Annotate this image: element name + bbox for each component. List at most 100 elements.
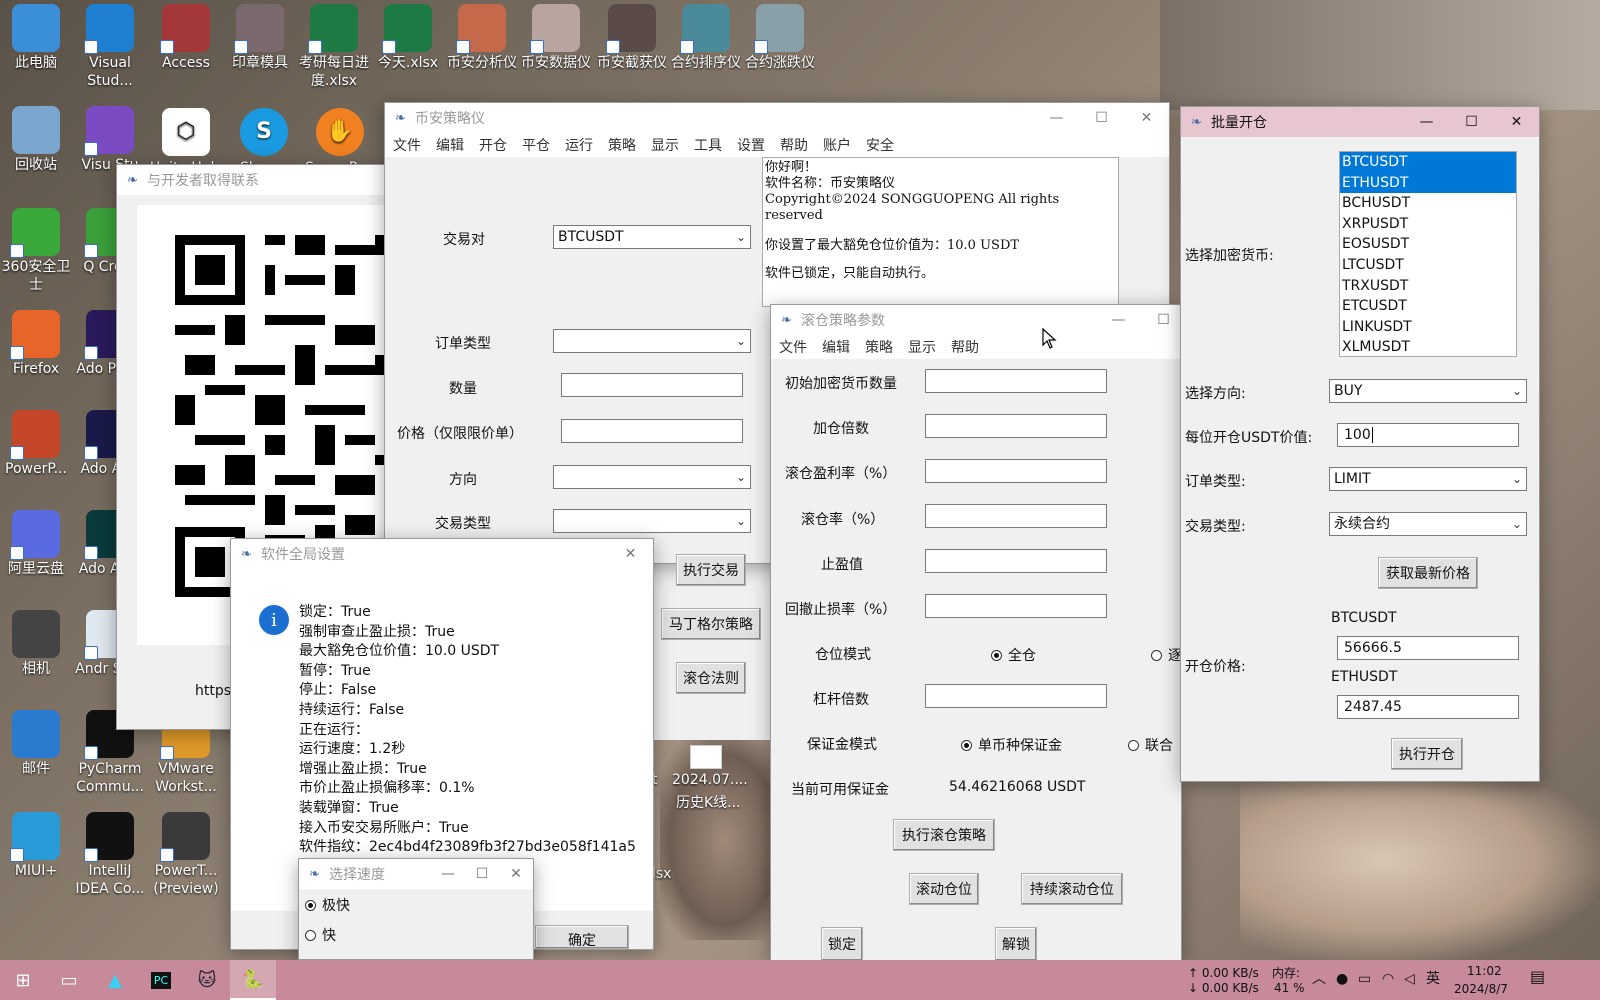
access-desktop-icon[interactable]: Access <box>150 0 222 72</box>
record-icon[interactable]: ● <box>1336 972 1348 986</box>
pycharm-taskbar-icon[interactable]: PC <box>138 960 184 1000</box>
360-desktop-icon[interactable]: 360安全卫士 <box>0 204 72 294</box>
skype-icon[interactable]: S <box>228 104 300 158</box>
menu-item[interactable]: 开仓 <box>479 135 507 155</box>
btc-price-input[interactable]: 56666.5 <box>1337 636 1519 660</box>
coin-list-item[interactable]: ETCUSDT <box>1340 296 1516 317</box>
wifi-icon[interactable]: ◠ <box>1382 972 1394 986</box>
drawdown-input[interactable] <box>925 594 1107 618</box>
unity-hub-icon[interactable]: ⬡ <box>150 104 222 158</box>
usdt-value-input[interactable]: 100 <box>1337 423 1519 447</box>
file-icon[interactable] <box>690 745 722 769</box>
coin-list-item[interactable]: XRPUSDT <box>1340 214 1516 235</box>
coin-list-item[interactable]: TRXUSDT <box>1340 276 1516 297</box>
multiplier-input[interactable] <box>925 414 1107 438</box>
menu-item[interactable]: 运行 <box>565 135 593 155</box>
coin-listbox[interactable]: BTCUSDT ETHUSDT BCHUSDT XRPUSDT EOSUSDT LTCUS… <box>1339 151 1517 357</box>
coin-list-item[interactable]: LINKUSDT <box>1340 317 1516 338</box>
computer-desktop-icon[interactable]: 此电脑 <box>0 0 72 72</box>
speed-titlebar[interactable]: ❧ 选择速度 — ☐ ✕ <box>299 859 533 889</box>
margin-single-radio[interactable]: 单币种保证金 <box>961 735 1062 755</box>
clock-time[interactable]: 11:02 <box>1467 964 1502 978</box>
menu-item[interactable]: 设置 <box>737 135 765 155</box>
app-cat-icon[interactable]: 🐱 <box>184 960 230 1000</box>
excel-desktop-icon[interactable]: 今天.xlsx <box>372 0 444 72</box>
menu-item[interactable]: 帮助 <box>780 135 808 155</box>
app-desktop-icon[interactable]: 合约排序仪 <box>670 0 742 72</box>
menu-item[interactable]: 编辑 <box>436 135 464 155</box>
continuous-roll-button[interactable]: 持续滚动仓位 <box>1021 873 1123 905</box>
volume-icon[interactable]: ◁ <box>1404 972 1415 986</box>
quantity-input[interactable] <box>561 373 743 397</box>
leverage-input[interactable] <box>925 684 1107 708</box>
lock-button[interactable]: 锁定 <box>821 927 863 961</box>
minimize-icon[interactable]: — <box>1034 103 1079 133</box>
pair-combo[interactable]: BTCUSDT ⌄ <box>553 225 751 249</box>
position-cross-radio[interactable]: 全仓 <box>991 645 1036 665</box>
trade-type-combo[interactable]: ⌄ <box>553 509 751 533</box>
powerpoint-desktop-icon[interactable]: PowerP... <box>0 406 72 478</box>
menu-item[interactable]: 工具 <box>694 135 722 155</box>
menu-item[interactable]: 显示 <box>651 135 679 155</box>
direction-combo[interactable]: ⌄ <box>553 465 751 489</box>
app-desktop-icon[interactable]: 币安分析仪 <box>446 0 518 72</box>
eth-price-input[interactable]: 2487.45 <box>1337 695 1519 719</box>
unlock-button[interactable]: 解锁 <box>995 927 1037 961</box>
order-type-combo[interactable]: ⌄ <box>553 329 751 353</box>
notification-icon[interactable]: ▤ <box>1530 969 1545 985</box>
maximize-icon[interactable]: ☐ <box>1449 107 1494 137</box>
app-colorful-icon[interactable]: ▲ <box>92 960 138 1000</box>
price-input[interactable] <box>561 419 743 443</box>
battery-icon[interactable]: ▭ <box>1358 972 1371 986</box>
trade-type-combo[interactable]: 永续合约 ⌄ <box>1329 512 1527 536</box>
vscode-desktop-icon[interactable]: Visual Stud... <box>74 0 146 90</box>
execute-open-button[interactable]: 执行开仓 <box>1391 738 1463 770</box>
ime-indicator[interactable]: 英 <box>1426 972 1440 986</box>
contact-url[interactable]: https <box>195 683 231 699</box>
camera-desktop-icon[interactable]: 相机 <box>0 606 72 678</box>
powertoys-desktop-icon[interactable]: PowerT... (Preview) <box>150 808 222 898</box>
menu-item[interactable]: 策略 <box>865 337 893 357</box>
close-icon[interactable]: ✕ <box>608 539 653 569</box>
close-icon[interactable]: ✕ <box>499 859 533 889</box>
batch-titlebar[interactable]: ❧ 批量开仓 — ☐ ✕ <box>1181 107 1539 137</box>
execute-trade-button[interactable]: 执行交易 <box>676 554 746 586</box>
profit-rate-input[interactable] <box>925 459 1107 483</box>
aliyun-desktop-icon[interactable]: 阿里云盘 <box>0 506 72 578</box>
coin-list-item[interactable]: XLMUSDT <box>1340 337 1516 356</box>
app-desktop-icon[interactable]: 币安截获仪 <box>596 0 668 72</box>
menu-item[interactable]: 帮助 <box>951 337 979 357</box>
menu-item[interactable]: 文件 <box>779 337 807 357</box>
coin-list-item[interactable]: BTCUSDT <box>1340 152 1516 173</box>
windows-start-icon[interactable]: ⊞ <box>0 960 46 1000</box>
rolling-titlebar[interactable]: ❧ 滚仓策略参数 — ☐ <box>771 305 1181 335</box>
firefox-desktop-icon[interactable]: Firefox <box>0 306 72 378</box>
desktop-file-label[interactable]: 历史K线... <box>676 792 741 812</box>
settings-titlebar[interactable]: ❧ 软件全局设置 ✕ <box>231 539 653 569</box>
direction-combo[interactable]: BUY ⌄ <box>1329 379 1527 403</box>
menu-item[interactable]: 策略 <box>608 135 636 155</box>
sunny-icon[interactable]: ✋ <box>304 104 376 158</box>
ok-button[interactable]: 确定 <box>535 925 629 949</box>
fetch-price-button[interactable]: 获取最新价格 <box>1378 557 1478 589</box>
menu-item[interactable]: 显示 <box>908 337 936 357</box>
close-icon[interactable]: ✕ <box>1124 103 1169 133</box>
roll-position-button[interactable]: 滚动仓位 <box>909 873 979 905</box>
contact-titlebar[interactable]: ❧ 与开发者取得联系 <box>117 165 407 195</box>
coin-list-item[interactable]: LTCUSDT <box>1340 255 1516 276</box>
take-profit-input[interactable] <box>925 549 1107 573</box>
order-type-combo[interactable]: LIMIT ⌄ <box>1329 467 1527 491</box>
maximize-icon[interactable]: ☐ <box>465 859 499 889</box>
seal-desktop-icon[interactable]: 印章模具 <box>224 0 296 72</box>
miui-desktop-icon[interactable]: MIUI+ <box>0 808 72 880</box>
menu-item[interactable]: 编辑 <box>822 337 850 357</box>
minimize-icon[interactable]: — <box>1404 107 1449 137</box>
speed-option-fastest[interactable]: 极快 <box>305 895 350 915</box>
maximize-icon[interactable]: ☐ <box>1079 103 1124 133</box>
chevron-up-icon[interactable]: ︿ <box>1312 972 1326 986</box>
rolling-rule-button[interactable]: 滚仓法则 <box>676 662 746 694</box>
python-taskbar-icon[interactable]: 🐍 <box>230 960 276 1000</box>
position-isolated-radio[interactable]: 逐 <box>1151 645 1182 665</box>
app-desktop-icon[interactable]: 币安数据仪 <box>520 0 592 72</box>
menu-item[interactable]: 安全 <box>866 135 894 155</box>
